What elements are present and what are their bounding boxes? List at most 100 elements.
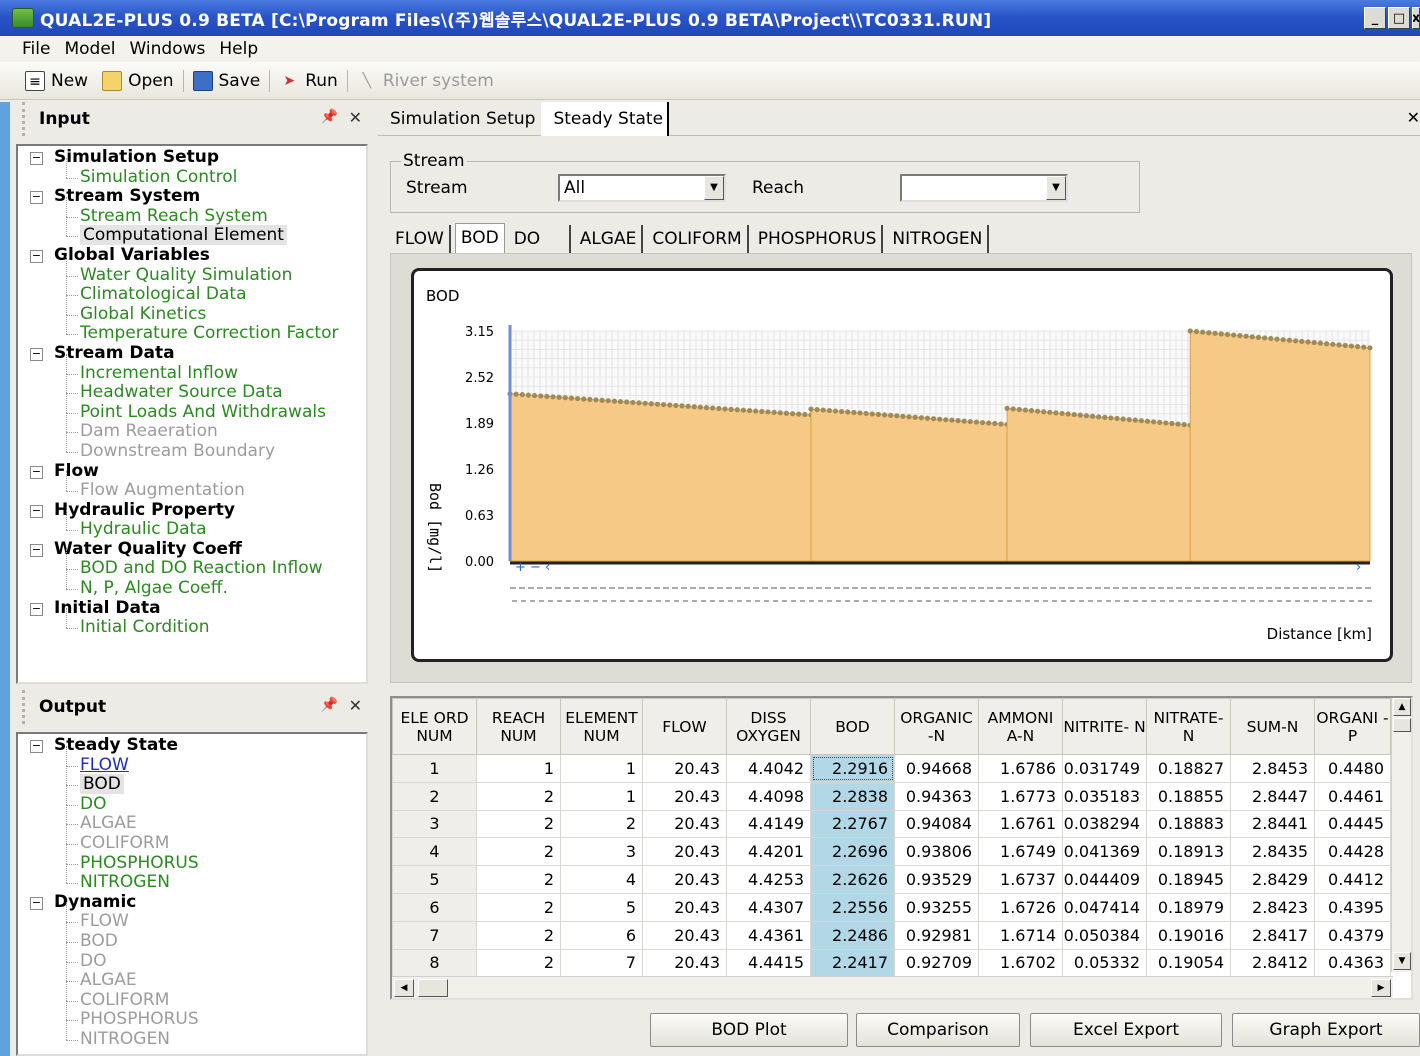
- tree-item[interactable]: COLIFORM: [28, 824, 366, 854]
- table-cell[interactable]: 20.43: [642, 837, 727, 867]
- chevron-down-icon[interactable]: ▼: [1046, 176, 1066, 200]
- tree-item[interactable]: N, P, Algae Coeff.: [28, 569, 366, 599]
- table-cell[interactable]: 1.6786: [978, 754, 1063, 783]
- table-cell[interactable]: 20.43: [642, 948, 727, 978]
- tree-item[interactable]: Simulation Control: [28, 157, 366, 188]
- table-cell[interactable]: 0.19054: [1146, 948, 1231, 978]
- table-cell[interactable]: 0.4461: [1314, 781, 1391, 811]
- table-cell[interactable]: 1: [392, 754, 477, 783]
- collapse-icon[interactable]: −: [30, 896, 43, 910]
- table-row[interactable]: 4 2 3 20.43 4.4201 2.2696 0.93806 1.6749 0.04136…: [392, 837, 1391, 867]
- tree-item[interactable]: Dam Reaeration: [28, 412, 366, 442]
- tree-item[interactable]: Computational Element: [28, 216, 366, 246]
- tab-do[interactable]: DO: [509, 225, 571, 253]
- column-header[interactable]: ORGANI -P: [1314, 698, 1391, 755]
- table-cell[interactable]: 0.4445: [1314, 809, 1391, 839]
- scroll-up-icon[interactable]: ▲: [1393, 698, 1411, 716]
- save-button[interactable]: Save: [186, 66, 268, 96]
- table-cell[interactable]: 2.8429: [1230, 865, 1315, 894]
- table-cell[interactable]: 2.2838: [810, 781, 895, 811]
- tree-group-input_panel-6[interactable]: − Water Quality Coeff: [28, 539, 366, 560]
- scroll-right-icon[interactable]: ▶: [1371, 979, 1391, 997]
- scroll-down-icon[interactable]: ▼: [1393, 952, 1411, 970]
- table-row[interactable]: 8 2 7 20.43 4.4415 2.2417 0.92709 1.6702 0.05332…: [392, 948, 1391, 978]
- column-header[interactable]: SUM-N: [1230, 698, 1315, 755]
- tree-group-input_panel-1[interactable]: − Stream System: [28, 186, 366, 207]
- table-cell[interactable]: 2: [476, 837, 561, 867]
- collapse-icon[interactable]: −: [30, 543, 43, 557]
- table-cell[interactable]: 0.4412: [1314, 865, 1391, 894]
- table-cell[interactable]: 1.6702: [978, 948, 1063, 978]
- column-header[interactable]: NITRITE- N: [1062, 698, 1147, 755]
- tab-coliform[interactable]: COLIFORM: [647, 225, 749, 253]
- table-cell[interactable]: 4.4201: [726, 837, 811, 867]
- tab-nitrogen[interactable]: NITROGEN: [887, 225, 990, 253]
- splitter[interactable]: [370, 102, 378, 1056]
- tree-item[interactable]: ALGAE: [28, 804, 366, 834]
- excel-export-button[interactable]: Excel Export: [1030, 1013, 1222, 1047]
- table-cell[interactable]: 1.6749: [978, 837, 1063, 867]
- table-row[interactable]: 5 2 4 20.43 4.4253 2.2626 0.93529 1.6737 0.04440…: [392, 865, 1391, 894]
- menu-model[interactable]: Model: [64, 39, 115, 59]
- table-cell[interactable]: 0.93255: [894, 892, 979, 922]
- collapse-icon[interactable]: −: [30, 152, 43, 165]
- table-cell[interactable]: 2.2767: [810, 809, 895, 839]
- tree-item[interactable]: DO: [28, 784, 366, 815]
- table-cell[interactable]: 2.2556: [810, 892, 895, 922]
- output-tree[interactable]: − Steady State FLOW BOD DO ALGAE COLIFORM PHOSP…: [16, 732, 368, 1056]
- table-row[interactable]: 1 1 1 20.43 4.4042 2.2916 0.94668 1.6786 0.03174…: [392, 754, 1391, 783]
- collapse-icon[interactable]: −: [30, 740, 43, 753]
- river-system-button[interactable]: ╲ River system: [350, 66, 501, 96]
- table-cell[interactable]: 4.4253: [726, 865, 811, 894]
- table-cell[interactable]: 1.6737: [978, 865, 1063, 894]
- table-cell[interactable]: 0.044409: [1062, 865, 1147, 894]
- tab-simulation-setup[interactable]: Simulation Setup: [378, 102, 541, 136]
- table-cell[interactable]: 4.4361: [726, 920, 811, 950]
- pin-icon[interactable]: 📌: [321, 697, 338, 713]
- table-row[interactable]: 7 2 6 20.43 4.4361 2.2486 0.92981 1.6714 0.05038…: [392, 920, 1391, 950]
- table-cell[interactable]: 0.18883: [1146, 809, 1231, 839]
- table-row[interactable]: 3 2 2 20.43 4.4149 2.2767 0.94084 1.6761 0.03829…: [392, 809, 1391, 839]
- table-cell[interactable]: 2: [392, 781, 477, 811]
- table-cell[interactable]: 0.047414: [1062, 892, 1147, 922]
- tree-item[interactable]: NITROGEN: [28, 1020, 366, 1050]
- tree-item[interactable]: Temperature Correction Factor: [28, 314, 366, 344]
- table-cell[interactable]: 0.4395: [1314, 892, 1391, 922]
- table-cell[interactable]: 1: [560, 754, 643, 783]
- table-cell[interactable]: 0.93529: [894, 865, 979, 894]
- table-cell[interactable]: 0.94084: [894, 809, 979, 839]
- table-cell[interactable]: 2: [476, 809, 561, 839]
- table-cell[interactable]: 2.8417: [1230, 920, 1315, 950]
- table-cell[interactable]: 2: [476, 948, 561, 978]
- table-cell[interactable]: 3: [560, 837, 643, 867]
- table-cell[interactable]: 2: [476, 920, 561, 950]
- collapse-icon[interactable]: −: [30, 465, 43, 479]
- table-cell[interactable]: 8: [392, 948, 477, 978]
- reach-select[interactable]: ▼: [900, 174, 1068, 202]
- table-cell[interactable]: 0.4379: [1314, 920, 1391, 950]
- column-header[interactable]: FLOW: [642, 698, 727, 755]
- tab-steady-state[interactable]: Steady State: [541, 101, 670, 136]
- table-cell[interactable]: 0.18855: [1146, 781, 1231, 811]
- table-cell[interactable]: 20.43: [642, 781, 727, 811]
- table-cell[interactable]: 2.2417: [810, 948, 895, 978]
- table-cell[interactable]: 20.43: [642, 920, 727, 950]
- table-cell[interactable]: 7: [392, 920, 477, 950]
- collapse-icon[interactable]: −: [30, 249, 43, 263]
- graph-export-button[interactable]: Graph Export: [1232, 1013, 1420, 1047]
- table-cell[interactable]: 2.8423: [1230, 892, 1315, 922]
- comparison-button[interactable]: Comparison: [856, 1013, 1020, 1047]
- table-cell[interactable]: 1.6714: [978, 920, 1063, 950]
- table-cell[interactable]: 1.6761: [978, 809, 1063, 839]
- table-cell[interactable]: 20.43: [642, 754, 727, 783]
- table-cell[interactable]: 1: [560, 781, 643, 811]
- tree-item[interactable]: Climatological Data: [28, 275, 366, 305]
- tree-item[interactable]: Headwater Source Data: [28, 373, 366, 403]
- close-button[interactable]: x: [1412, 7, 1420, 29]
- collapse-icon[interactable]: −: [30, 347, 43, 361]
- table-cell[interactable]: 20.43: [642, 865, 727, 894]
- table-cell[interactable]: 2.8412: [1230, 948, 1315, 978]
- table-cell[interactable]: 0.94668: [894, 754, 979, 783]
- table-cell[interactable]: 4.4098: [726, 781, 811, 811]
- table-cell[interactable]: 1.6726: [978, 892, 1063, 922]
